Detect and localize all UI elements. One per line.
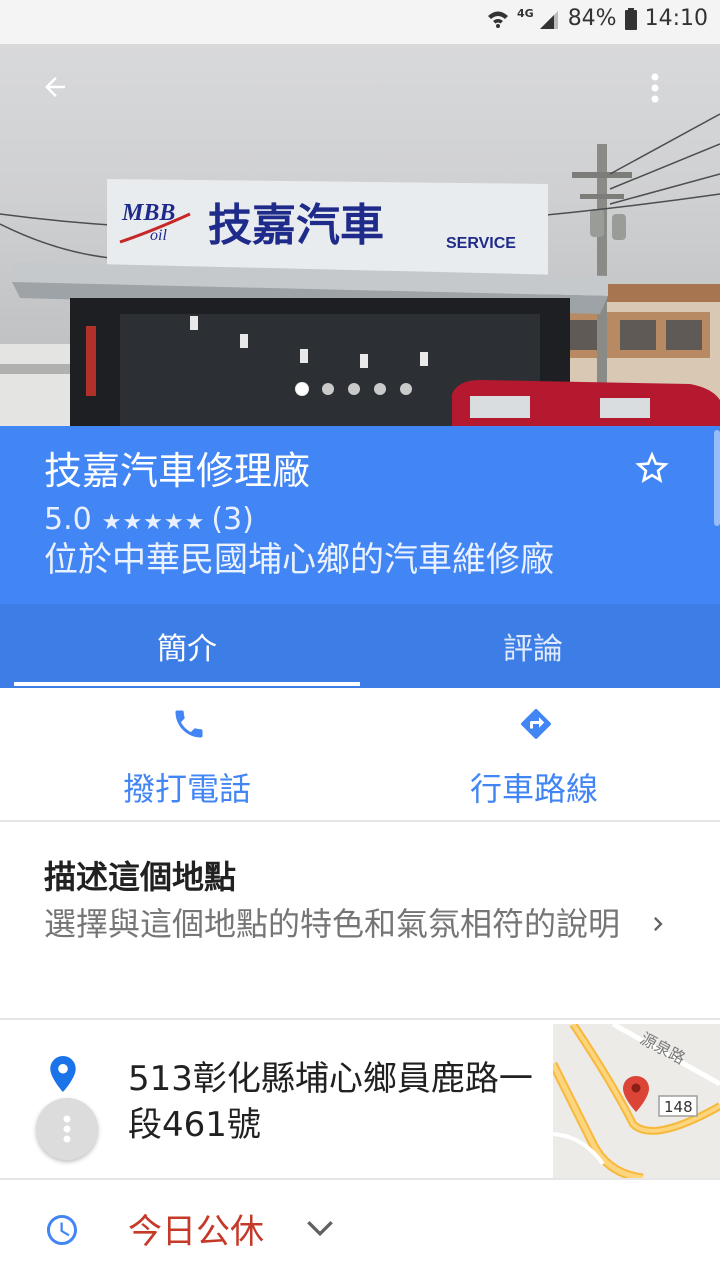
more-options-button[interactable] [650,72,674,120]
chevron-right-icon [654,917,663,931]
directions-label: 行車路線 [469,770,598,808]
rating-stars: ★★★★★ [101,510,206,535]
scrollbar[interactable] [714,430,720,526]
place-name: 技嘉汽車修理廠 [44,449,311,493]
more-vert-icon [63,1115,71,1143]
wifi-icon [487,9,509,29]
pager-dot[interactable] [296,383,308,395]
pager-dot[interactable] [400,383,412,395]
address-row[interactable]: 513彰化縣埔心鄉員鹿路一段461號 源泉路 148 [0,1022,720,1180]
battery-icon [624,7,637,30]
directions-button[interactable]: 行車路線 [384,688,684,820]
clock-time: 14:10 [644,6,708,31]
sign-service: SERVICE [446,235,516,252]
tab-indicator [14,682,360,686]
garage-photo-illustration: MBB oil 技嘉汽車 SERVICE [0,113,720,426]
place-photo[interactable]: MBB oil 技嘉汽車 SERVICE [0,44,720,426]
chevron-down-icon[interactable] [306,1218,334,1238]
address-options-button[interactable] [36,1098,98,1160]
hours-row[interactable]: 今日公休 [0,1182,720,1280]
directions-icon [521,708,552,739]
place-header: 技嘉汽車修理廠 5.0 ★★★★★ (3) 位於中華民國埔心鄉的汽車維修廠 [0,426,720,604]
map-route-shield: 148 [664,1098,693,1116]
sign-name: 技嘉汽車 [208,200,384,251]
action-row: 撥打電話 行車路線 [0,688,720,822]
phone-icon [175,710,203,738]
pager-dot[interactable] [374,383,386,395]
call-button[interactable]: 撥打電話 [37,688,337,820]
hours-status: 今日公休 [128,1212,264,1252]
review-count: (3) [211,502,254,537]
arrow-left-icon [45,77,65,97]
mini-map[interactable]: 源泉路 148 [553,1024,720,1178]
save-button[interactable] [632,448,672,488]
more-vert-icon [651,73,659,103]
describe-title: 描述這個地點 [44,858,237,896]
place-category: 位於中華民國埔心鄉的汽車維修廠 [44,540,554,580]
describe-subtitle: 選擇與這個地點的特色和氣氛相符的說明 [44,905,621,943]
tab-overview[interactable]: 簡介 [14,604,360,688]
rating-value: 5.0 [44,502,92,537]
describe-place-card[interactable]: 描述這個地點 選擇與這個地點的特色和氣氛相符的說明 [0,822,720,1020]
status-bar: 4G 84% 14:10 [0,0,720,44]
battery-percent: 84% [567,6,617,31]
tab-bar: 簡介 評論 [0,604,720,688]
back-button[interactable] [40,72,88,120]
sign-brand: MBB [121,200,175,226]
pager-dot[interactable] [348,383,360,395]
tab-reviews[interactable]: 評論 [360,604,706,688]
pager-dot[interactable] [322,383,334,395]
call-label: 撥打電話 [122,770,251,808]
place-pin-icon [50,1056,76,1092]
rating-row[interactable]: 5.0 ★★★★★ (3) [44,502,254,537]
address-text: 513彰化縣埔心鄉員鹿路一段461號 [128,1059,533,1145]
star-outline-icon [635,451,669,483]
clock-icon [47,1215,77,1245]
signal-icon [538,9,560,29]
network-type: 4G [517,7,534,20]
photo-pager[interactable] [296,383,412,395]
map-thumbnail: 源泉路 148 [553,1024,720,1178]
